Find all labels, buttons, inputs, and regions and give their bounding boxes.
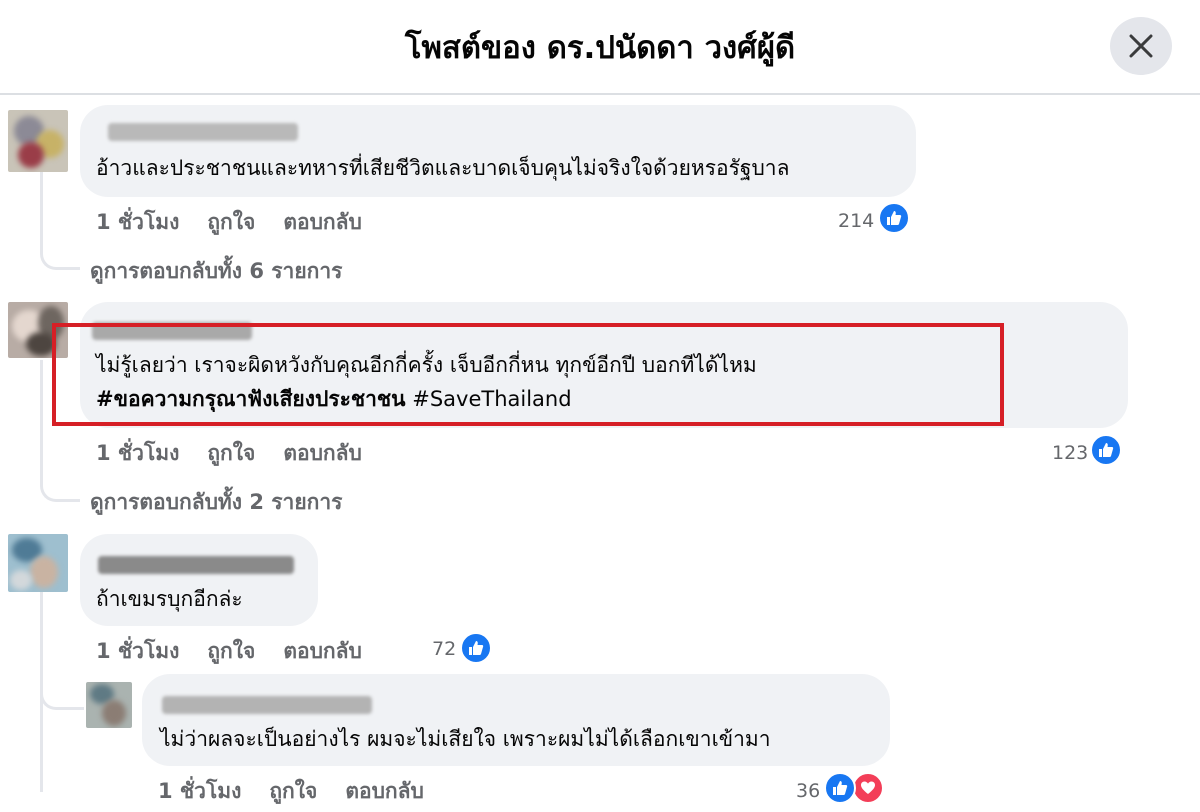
view-replies-link[interactable]: ดูการตอบกลับทั้ง 2 รายการ bbox=[90, 486, 342, 519]
comment-actions: 1 ชั่วโมง ถูกใจ ตอบกลับ bbox=[96, 437, 390, 470]
view-replies-link[interactable]: ดูการตอบกลับทั้ง 6 รายการ bbox=[90, 255, 342, 288]
thread-connector bbox=[40, 160, 80, 270]
comment-actions: 1 ชั่วโมง ถูกใจ ตอบกลับ bbox=[96, 635, 390, 668]
commenter-name[interactable] bbox=[98, 556, 294, 574]
like-action[interactable]: ถูกใจ bbox=[207, 441, 255, 465]
comment-time: 1 ชั่วโมง bbox=[96, 441, 180, 465]
reply-text: ไม่ว่าผลจะเป็นอย่างไร ผมจะไม่เสียใจ เพรา… bbox=[160, 727, 771, 751]
comment-time: 1 ชั่วโมง bbox=[96, 210, 180, 234]
avatar[interactable] bbox=[86, 682, 132, 728]
comment-bubble: อ้าวและประชาชนและทหารที่เสียชีวิตและบาดเ… bbox=[80, 105, 916, 197]
love-icon bbox=[852, 772, 884, 804]
reply-action[interactable]: ตอบกลับ bbox=[345, 779, 424, 803]
avatar[interactable] bbox=[8, 534, 68, 592]
reply-bubble: ไม่ว่าผลจะเป็นอย่างไร ผมจะไม่เสียใจ เพรา… bbox=[142, 674, 890, 766]
reaction-count[interactable]: 72 bbox=[432, 638, 456, 660]
highlight-box bbox=[52, 323, 1004, 426]
reply-action[interactable]: ตอบกลับ bbox=[283, 441, 362, 465]
reply-actions: 1 ชั่วโมง ถูกใจ ตอบกลับ bbox=[158, 775, 452, 808]
close-icon bbox=[1129, 34, 1153, 58]
like-icon bbox=[878, 202, 910, 234]
reaction-count[interactable]: 123 bbox=[1052, 442, 1088, 464]
like-icon bbox=[460, 632, 492, 664]
reply-action[interactable]: ตอบกลับ bbox=[283, 639, 362, 663]
reaction-count[interactable]: 36 bbox=[796, 780, 820, 802]
reply-time: 1 ชั่วโมง bbox=[158, 779, 242, 803]
avatar[interactable] bbox=[8, 110, 68, 172]
reaction-count[interactable]: 214 bbox=[838, 210, 874, 232]
like-action[interactable]: ถูกใจ bbox=[269, 779, 317, 803]
reply-action[interactable]: ตอบกลับ bbox=[283, 210, 362, 234]
thread-connector bbox=[40, 680, 84, 710]
like-icon bbox=[1090, 434, 1122, 466]
commenter-name[interactable] bbox=[108, 123, 298, 141]
close-button[interactable] bbox=[1110, 17, 1172, 75]
commenter-name[interactable] bbox=[162, 696, 372, 714]
dialog-title: โพสต์ของ ดร.ปนัดดา วงศ์ผู้ดี bbox=[404, 30, 796, 66]
comment-time: 1 ชั่วโมง bbox=[96, 639, 180, 663]
like-action[interactable]: ถูกใจ bbox=[207, 210, 255, 234]
dialog-header: โพสต์ของ ดร.ปนัดดา วงศ์ผู้ดี bbox=[0, 0, 1200, 95]
like-action[interactable]: ถูกใจ bbox=[207, 639, 255, 663]
like-icon bbox=[824, 772, 856, 804]
comment-actions: 1 ชั่วโมง ถูกใจ ตอบกลับ bbox=[96, 206, 390, 239]
comment-text: ถ้าเขมรบุกอีกล่ะ bbox=[96, 587, 243, 611]
comment-bubble: ถ้าเขมรบุกอีกล่ะ bbox=[80, 534, 318, 626]
comment-text: อ้าวและประชาชนและทหารที่เสียชีวิตและบาดเ… bbox=[96, 156, 790, 180]
